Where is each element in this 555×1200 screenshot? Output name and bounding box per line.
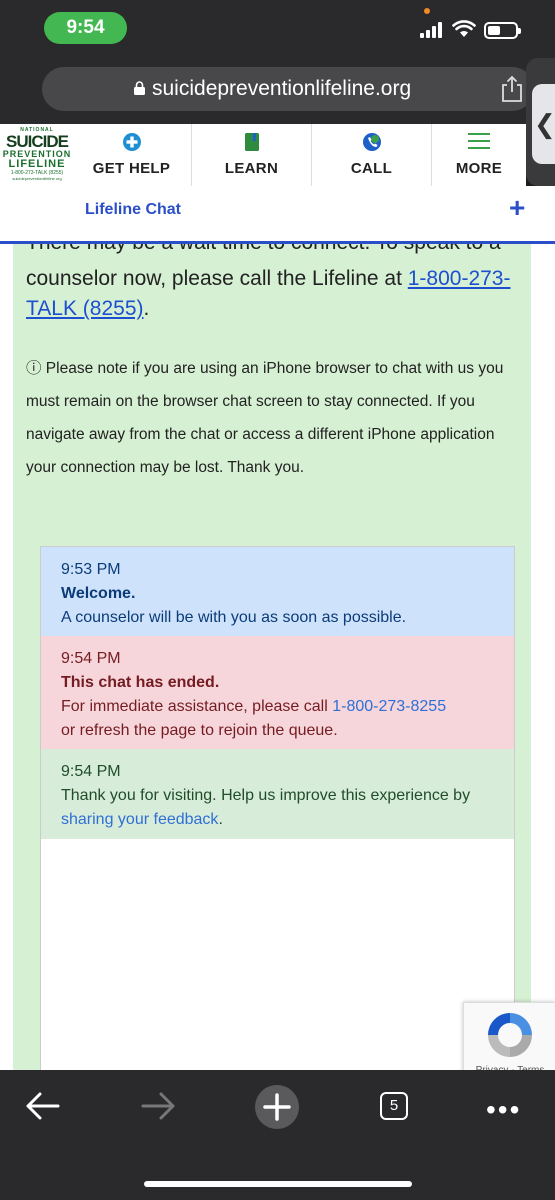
recaptcha-icon: [488, 1013, 532, 1057]
intro-text-end: .: [143, 297, 150, 320]
message-body: Thank you for visiting. Help us improve …: [61, 784, 494, 832]
message-time: 9:54 PM: [61, 763, 121, 780]
status-time: 9:54: [44, 12, 127, 44]
lifeline-logo[interactable]: NATIONAL SUICIDE PREVENTION LIFELINE 1-8…: [2, 127, 72, 183]
nav-get-help[interactable]: GET HELP: [72, 124, 192, 186]
home-indicator: [144, 1181, 412, 1187]
wifi-icon: [452, 20, 476, 37]
nav-label: GET HELP: [92, 160, 171, 177]
more-options-icon[interactable]: •••: [486, 1094, 521, 1126]
recording-indicator: [424, 8, 430, 14]
message-body-start: Thank you for visiting. Help us improve …: [61, 787, 471, 804]
url-text: suicidepreventionlifeline.org: [152, 77, 412, 100]
message-body-end: .: [218, 811, 223, 828]
nav-label: MORE: [455, 160, 503, 177]
intro-text-main: counselor now, please call the Lifeline …: [26, 267, 408, 290]
chat-transcript: 9:53 PM Welcome. A counselor will be wit…: [40, 546, 515, 1070]
expand-plus-icon[interactable]: +: [509, 192, 525, 224]
logo-line: SUICIDE: [6, 132, 69, 151]
chat-header[interactable]: Lifeline Chat +: [0, 186, 555, 244]
phone-icon: [362, 133, 381, 151]
message-body-end: or refresh the page to rejoin the queue.: [61, 722, 338, 739]
message-title: Welcome.: [61, 585, 136, 602]
medical-cross-icon: [122, 133, 141, 151]
status-bar: 9:54: [0, 0, 555, 58]
message-title: This chat has ended.: [61, 674, 220, 691]
nav-label: LEARN: [224, 160, 279, 177]
battery-icon: [484, 22, 521, 39]
chat-message-ended: 9:54 PM This chat has ended. For immedia…: [41, 636, 514, 749]
crisis-phone-link[interactable]: 1-800-273-8255: [332, 698, 446, 715]
tabs-count-button[interactable]: 5: [380, 1092, 408, 1120]
message-time: 9:53 PM: [61, 561, 121, 578]
message-time: 9:54 PM: [61, 650, 121, 667]
nav-label: CALL: [350, 160, 393, 177]
intro-text: counselor now, please call the Lifeline …: [26, 264, 521, 324]
cellular-signal-icon: [420, 22, 446, 38]
chat-message-feedback: 9:54 PM Thank you for visiting. Help us …: [41, 749, 514, 839]
message-body: For immediate assistance, please call 1-…: [61, 695, 494, 719]
browser-address-area: suicidepreventionlifeline.org: [0, 58, 555, 124]
iphone-note: ⓘ Please note if you are using an iPhone…: [26, 360, 504, 476]
site-nav: NATIONAL SUICIDE PREVENTION LIFELINE 1-8…: [0, 124, 526, 186]
message-body-start: For immediate assistance, please call: [61, 698, 333, 715]
back-arrow-icon[interactable]: [24, 1090, 60, 1122]
nav-learn[interactable]: LEARN: [192, 124, 312, 186]
lock-icon: [134, 81, 145, 95]
address-bar[interactable]: suicidepreventionlifeline.org: [42, 67, 534, 111]
chat-panel: There may be a wait time to connect. To …: [13, 244, 531, 1070]
chat-message-welcome: 9:53 PM Welcome. A counselor will be wit…: [41, 547, 514, 636]
book-icon: [244, 133, 259, 151]
logo-line: suicidepreventionlifeline.org: [12, 176, 62, 181]
chevron-left-icon[interactable]: ❮: [532, 84, 555, 164]
share-icon[interactable]: [500, 75, 524, 103]
hamburger-menu-icon: [468, 133, 490, 149]
chat-title: Lifeline Chat: [85, 201, 182, 218]
forward-arrow-icon[interactable]: [141, 1090, 177, 1122]
nav-more[interactable]: MORE: [432, 124, 526, 186]
nav-call[interactable]: CALL: [312, 124, 432, 186]
new-tab-plus-icon[interactable]: [254, 1084, 300, 1130]
logo-line: LIFELINE: [8, 158, 66, 170]
message-body: A counselor will be with you as soon as …: [61, 609, 407, 626]
feedback-link[interactable]: sharing your feedback: [61, 811, 218, 828]
partial-intro-line: There may be a wait time to connect. To …: [26, 244, 526, 258]
